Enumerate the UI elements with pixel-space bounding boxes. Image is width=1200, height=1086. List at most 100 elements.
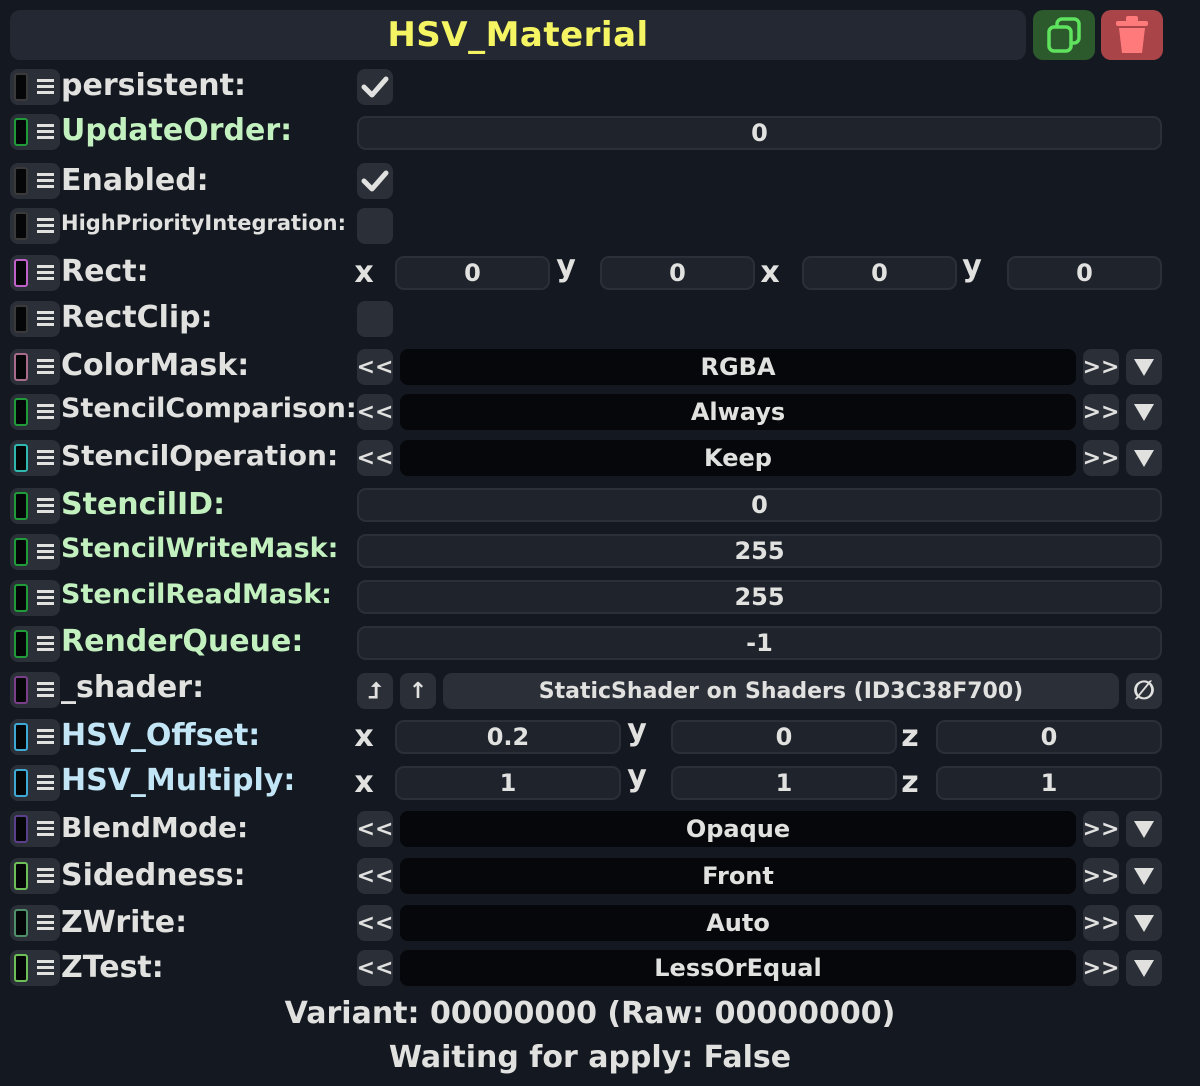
hsv-multiply-x-input[interactable]: 1 bbox=[395, 766, 621, 800]
drag-handle[interactable] bbox=[10, 811, 60, 847]
row-ztest: ZTest: << LessOrEqual >> bbox=[10, 948, 1162, 988]
stencil-write-mask-input[interactable]: 255 bbox=[357, 534, 1162, 568]
enum-dropdown-button[interactable] bbox=[1126, 811, 1162, 847]
enum-dropdown-button[interactable] bbox=[1126, 858, 1162, 894]
shader-clear-button[interactable]: ∅ bbox=[1126, 673, 1162, 709]
field-label: _shader: bbox=[61, 670, 205, 705]
delete-button[interactable] bbox=[1101, 10, 1163, 60]
rect-y-max-input[interactable]: 0 bbox=[1007, 256, 1162, 290]
enum-next-button[interactable]: >> bbox=[1083, 440, 1119, 476]
enum-next-button[interactable]: >> bbox=[1083, 905, 1119, 941]
axis-label: x bbox=[354, 765, 374, 800]
rect-clip-checkbox[interactable] bbox=[357, 301, 393, 337]
rect-x-min-input[interactable]: 0 bbox=[395, 256, 550, 290]
drag-handle-icon bbox=[37, 359, 55, 375]
enum-dropdown-button[interactable] bbox=[1126, 349, 1162, 385]
shader-up-button[interactable]: ↑ bbox=[400, 673, 436, 709]
row-hsv-multiply: HSV_Multiply: x 1 y 1 z 1 bbox=[10, 759, 1162, 803]
row-blend-mode: BlendMode: << Opaque >> bbox=[10, 809, 1162, 849]
enum-prev-button[interactable]: << bbox=[357, 950, 393, 986]
high-priority-checkbox[interactable] bbox=[357, 208, 393, 244]
hsv-offset-y-input[interactable]: 0 bbox=[671, 720, 897, 754]
drag-handle-icon bbox=[37, 265, 55, 281]
drag-handle[interactable] bbox=[10, 858, 60, 894]
drag-handle-icon bbox=[37, 821, 55, 837]
drag-handle[interactable] bbox=[10, 534, 60, 570]
rect-y-min-input[interactable]: 0 bbox=[600, 256, 755, 290]
enum-next-button[interactable]: >> bbox=[1083, 394, 1119, 430]
field-label: RectClip: bbox=[61, 300, 213, 335]
field-label: Enabled: bbox=[61, 163, 209, 198]
enum-prev-button[interactable]: << bbox=[357, 440, 393, 476]
persistent-checkbox[interactable] bbox=[357, 69, 393, 105]
duplicate-button[interactable] bbox=[1033, 10, 1095, 60]
drag-handle[interactable] bbox=[10, 440, 60, 476]
enum-dropdown-button[interactable] bbox=[1126, 950, 1162, 986]
drag-handle[interactable] bbox=[10, 163, 60, 199]
drag-handle[interactable] bbox=[10, 255, 60, 291]
drag-handle[interactable] bbox=[10, 719, 60, 755]
axis-label: y bbox=[556, 249, 576, 284]
shader-reference-field[interactable]: StaticShader on Shaders (ID3C38F700) bbox=[443, 673, 1119, 709]
drag-handle[interactable] bbox=[10, 950, 60, 986]
drag-handle-icon bbox=[37, 498, 55, 514]
enum-prev-button[interactable]: << bbox=[357, 349, 393, 385]
render-queue-input[interactable]: -1 bbox=[357, 626, 1162, 660]
type-color-swatch bbox=[14, 769, 28, 797]
enum-prev-button[interactable]: << bbox=[357, 858, 393, 894]
drag-handle[interactable] bbox=[10, 626, 60, 662]
shader-open-button[interactable]: ⮥ bbox=[357, 673, 393, 709]
field-label: StencilOperation: bbox=[61, 439, 339, 472]
drag-handle-icon bbox=[37, 775, 55, 791]
drag-handle[interactable] bbox=[10, 672, 60, 708]
drag-handle[interactable] bbox=[10, 765, 60, 801]
drag-handle[interactable] bbox=[10, 301, 60, 337]
drag-handle-icon bbox=[37, 218, 55, 234]
triangle-down-icon bbox=[1134, 404, 1154, 421]
row-render-queue: RenderQueue: -1 bbox=[10, 624, 1162, 664]
enum-dropdown-button[interactable] bbox=[1126, 394, 1162, 430]
field-label: ZWrite: bbox=[61, 905, 188, 940]
field-label: HighPriorityIntegration: bbox=[61, 211, 347, 235]
row-update-order: UpdateOrder: 0 bbox=[10, 113, 1162, 154]
triangle-down-icon bbox=[1134, 868, 1154, 885]
field-label: Sidedness: bbox=[61, 858, 246, 893]
enum-prev-button[interactable]: << bbox=[357, 394, 393, 430]
row-high-priority-integration: HighPriorityIntegration: bbox=[10, 206, 1162, 246]
drag-handle[interactable] bbox=[10, 208, 60, 244]
checkmark-icon bbox=[361, 76, 389, 98]
enum-prev-button[interactable]: << bbox=[357, 905, 393, 941]
axis-label: z bbox=[901, 719, 919, 754]
field-label: RenderQueue: bbox=[61, 624, 304, 659]
enum-prev-button[interactable]: << bbox=[357, 811, 393, 847]
triangle-down-icon bbox=[1134, 450, 1154, 467]
update-order-input[interactable]: 0 bbox=[357, 116, 1162, 150]
ztest-value: LessOrEqual bbox=[400, 950, 1076, 986]
stencil-id-input[interactable]: 0 bbox=[357, 488, 1162, 522]
enum-next-button[interactable]: >> bbox=[1083, 811, 1119, 847]
row-stencil-write-mask: StencilWriteMask: 255 bbox=[10, 532, 1162, 572]
hsv-multiply-z-input[interactable]: 1 bbox=[936, 766, 1162, 800]
hsv-offset-z-input[interactable]: 0 bbox=[936, 720, 1162, 754]
type-color-swatch bbox=[14, 954, 28, 982]
enabled-checkbox[interactable] bbox=[357, 163, 393, 199]
hsv-offset-x-input[interactable]: 0.2 bbox=[395, 720, 621, 754]
drag-handle[interactable] bbox=[10, 114, 60, 150]
enum-dropdown-button[interactable] bbox=[1126, 905, 1162, 941]
stencil-read-mask-input[interactable]: 255 bbox=[357, 580, 1162, 614]
drag-handle-icon bbox=[37, 173, 55, 189]
hsv-multiply-y-input[interactable]: 1 bbox=[671, 766, 897, 800]
enum-dropdown-button[interactable] bbox=[1126, 440, 1162, 476]
drag-handle[interactable] bbox=[10, 488, 60, 524]
drag-handle[interactable] bbox=[10, 905, 60, 941]
rect-x-max-input[interactable]: 0 bbox=[802, 256, 957, 290]
enum-next-button[interactable]: >> bbox=[1083, 349, 1119, 385]
drag-handle[interactable] bbox=[10, 69, 60, 105]
variant-text: Variant: 00000000 (Raw: 00000000) bbox=[284, 996, 896, 1031]
drag-handle[interactable] bbox=[10, 394, 60, 430]
drag-handle[interactable] bbox=[10, 580, 60, 616]
enum-next-button[interactable]: >> bbox=[1083, 858, 1119, 894]
drag-handle[interactable] bbox=[10, 349, 60, 385]
enum-next-button[interactable]: >> bbox=[1083, 950, 1119, 986]
row-shader: _shader: ⮥ ↑ StaticShader on Shaders (ID… bbox=[10, 670, 1162, 710]
